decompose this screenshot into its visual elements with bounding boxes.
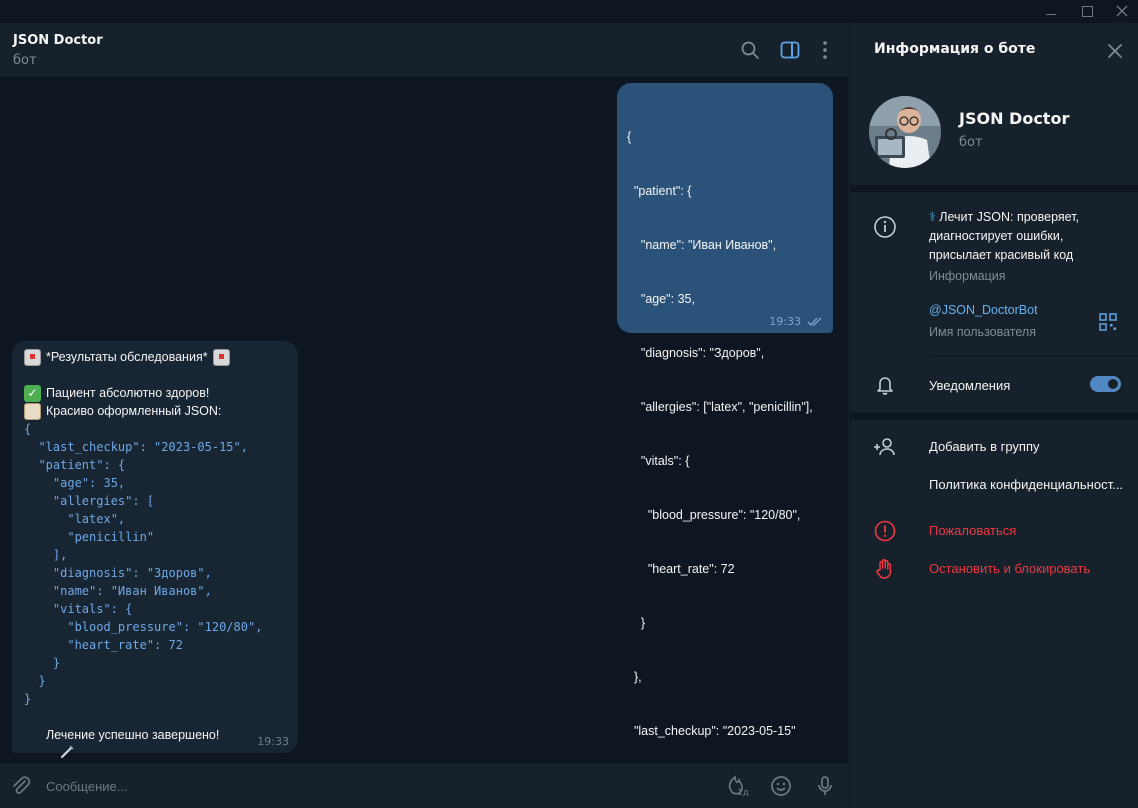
description-caption: Информация (929, 269, 1006, 283)
bot-username[interactable]: @JSON_DoctorBot (929, 303, 1038, 317)
username-caption: Имя пользователя (929, 325, 1036, 339)
json-line: "vitals": { (627, 454, 690, 468)
description-text: Лечит JSON: проверяет, диагностирует оши… (929, 210, 1080, 262)
message-meta: 19:33 (769, 315, 825, 328)
scheduled-badge: 1д (737, 788, 749, 798)
sidebar-toggle-icon[interactable] (777, 37, 803, 63)
bot-info-panel: Информация о боте JSON Doctor бот ⚕ Лечи… (849, 23, 1138, 808)
add-to-group-button[interactable]: Добавить в группу (929, 439, 1040, 454)
divider (929, 355, 1138, 356)
message-composer: 1д (0, 763, 848, 808)
bot-name: JSON Doctor (959, 109, 1070, 128)
outgoing-json-text: { "patient": { "name": "Иван Иванов", "a… (627, 92, 823, 808)
json-line: { (627, 130, 632, 144)
clipboard-icon (24, 402, 41, 420)
message-input[interactable] (46, 775, 646, 797)
json-line: } (627, 616, 646, 630)
chat-title[interactable]: JSON Doctor (13, 33, 103, 48)
report-button[interactable]: Пожаловаться (929, 523, 1016, 538)
chat-subtitle: бот (13, 53, 37, 68)
close-icon[interactable] (1103, 39, 1127, 63)
qr-code-icon[interactable] (1097, 311, 1123, 337)
more-options-icon[interactable] (812, 37, 838, 63)
json-line: "heart_rate": 72 (627, 562, 735, 576)
scheduled-icon[interactable]: 1д (723, 773, 749, 799)
formatted-line: Красиво оформленный JSON: (24, 402, 286, 420)
result-header-text: *Результаты обследования* (46, 350, 208, 364)
check-mark-icon: ✓ (24, 384, 41, 402)
json-line: "allergies": ["latex", "penicillin"], (627, 400, 813, 414)
microphone-icon[interactable] (812, 773, 838, 799)
add-user-icon (872, 434, 898, 460)
message-list: { "patient": { "name": "Иван Иванов", "a… (0, 77, 848, 792)
window-titlebar (0, 0, 1138, 23)
info-icon (872, 214, 898, 240)
caduceus-icon: ⚕ (929, 210, 940, 224)
panel-title: Информация о боте (874, 41, 1036, 57)
syringe-icon (24, 727, 74, 758)
json-line: "last_checkup": "2023-05-15" (627, 724, 796, 738)
notifications-toggle[interactable] (1090, 376, 1121, 392)
message-time: 19:33 (257, 735, 289, 748)
json-line: "diagnosis": "Здоров", (627, 346, 765, 360)
incoming-message[interactable]: *Результаты обследования* ✓ Пациент абсо… (12, 341, 298, 758)
result-header-line: *Результаты обследования* (24, 348, 286, 366)
outgoing-message[interactable]: { "patient": { "name": "Иван Иванов", "a… (617, 83, 833, 792)
minimize-icon[interactable] (1043, 3, 1059, 19)
formatted-text: Красиво оформленный JSON: (46, 404, 222, 418)
json-line: "age": 35, (627, 292, 695, 306)
block-button[interactable]: Остановить и блокировать (929, 561, 1090, 576)
message-time: 19:33 (769, 315, 801, 328)
chat-area: JSON Doctor бот { "patient": { "name": "… (0, 23, 848, 808)
attach-icon[interactable] (8, 773, 34, 799)
hospital-icon (24, 348, 41, 366)
section-separator (850, 413, 1138, 420)
healthy-line: ✓ Пациент абсолютно здоров! (24, 384, 286, 402)
footer-line: Лечение успешно завершено! (24, 726, 286, 758)
json-line: "name": "Иван Иванов", (627, 238, 777, 252)
hospital-icon (212, 348, 230, 366)
bell-icon (872, 372, 898, 398)
code-block[interactable]: { "last_checkup": "2023-05-15", "patient… (24, 420, 286, 708)
chat-header[interactable]: JSON Doctor бот (0, 23, 848, 77)
search-icon[interactable] (737, 37, 763, 63)
maximize-icon[interactable] (1079, 3, 1095, 19)
footer-text: Лечение успешно завершено! (46, 728, 220, 742)
block-hand-icon (872, 556, 898, 582)
emoji-icon[interactable] (768, 773, 794, 799)
healthy-text: Пациент абсолютно здоров! (46, 386, 210, 400)
avatar[interactable] (869, 96, 941, 168)
bot-subtitle: бот (959, 135, 983, 150)
close-window-icon[interactable] (1114, 3, 1130, 19)
json-line: "patient": { (627, 184, 692, 198)
report-icon (872, 518, 898, 544)
notifications-label: Уведомления (929, 378, 1011, 393)
json-line: "blood_pressure": "120/80", (627, 508, 801, 522)
double-check-icon (807, 317, 822, 326)
bot-description: ⚕ Лечит JSON: проверяет, диагностирует о… (929, 208, 1129, 286)
privacy-policy-button[interactable]: Политика конфиденциальност... (929, 477, 1123, 492)
json-line: }, (627, 670, 642, 684)
section-separator (850, 185, 1138, 192)
